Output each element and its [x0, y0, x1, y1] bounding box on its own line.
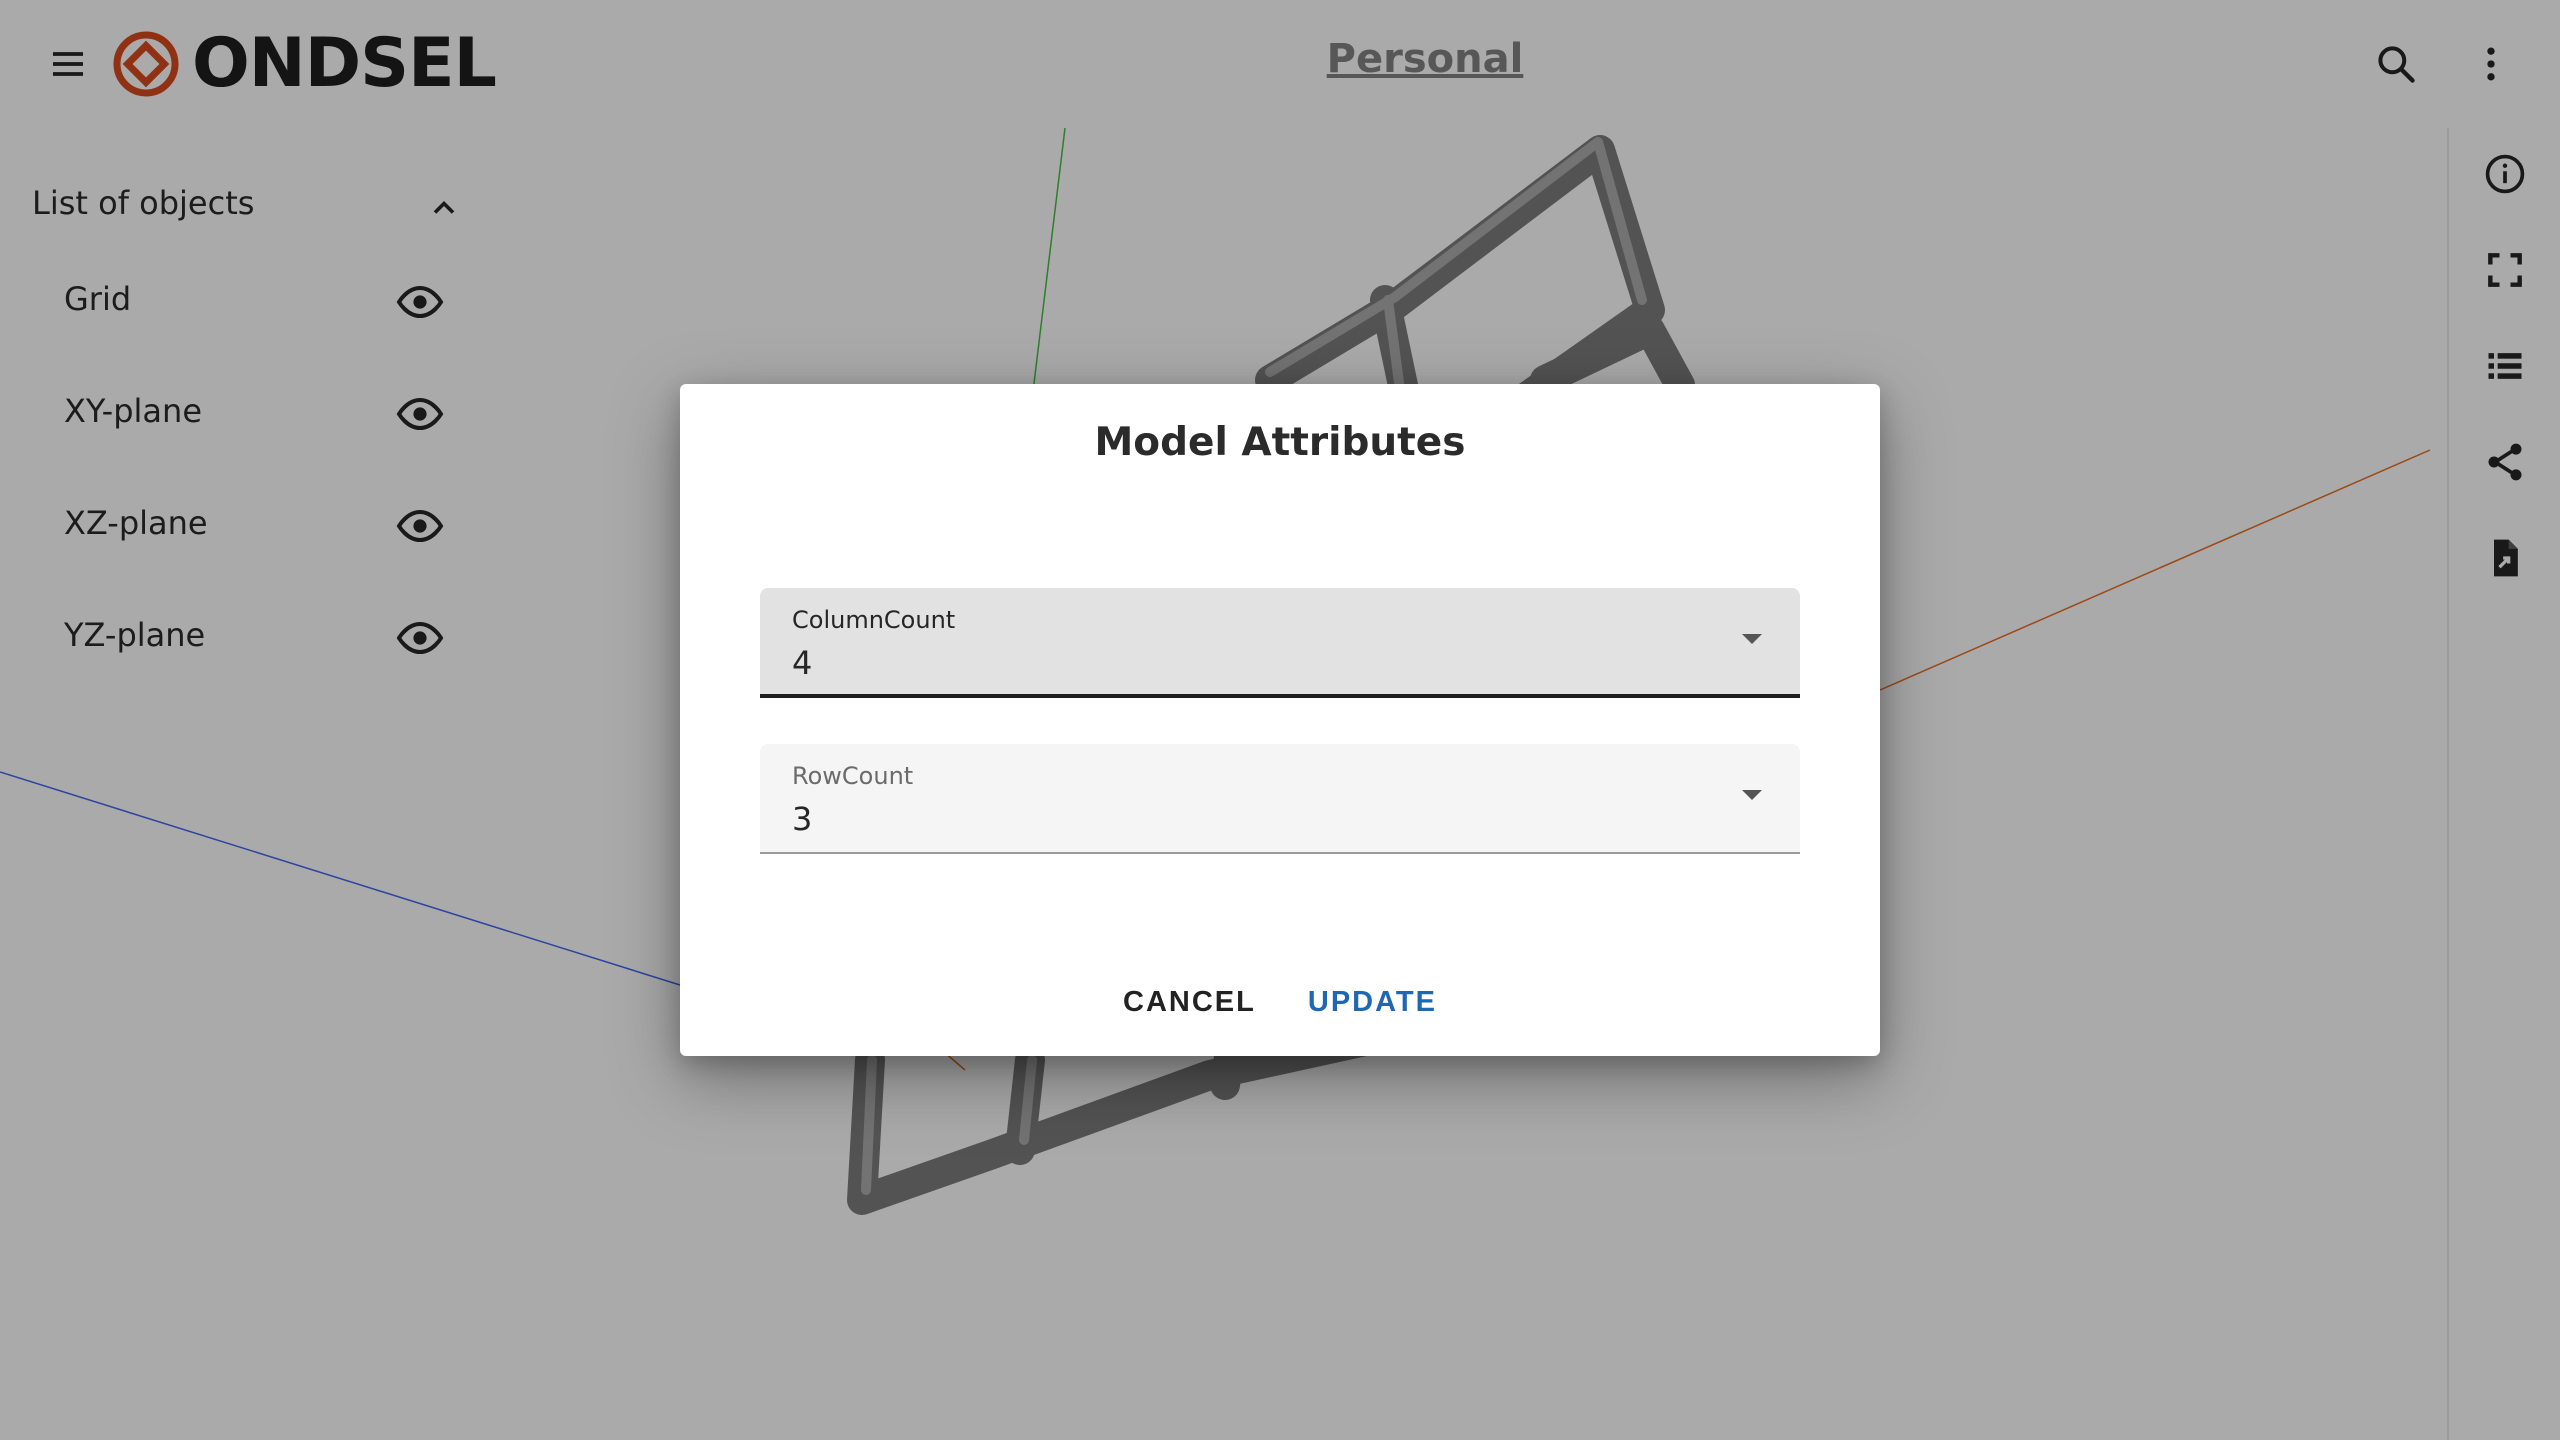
update-button[interactable]: UPDATE — [1296, 980, 1449, 1025]
row-count-value: 3 — [792, 800, 813, 838]
model-attributes-dialog: Model Attributes ColumnCount 4 RowCount … — [680, 384, 1880, 1056]
column-count-value: 4 — [792, 644, 813, 682]
dialog-actions: CANCEL UPDATE — [680, 980, 1880, 1025]
dropdown-arrow-icon — [1742, 634, 1762, 644]
row-count-label: RowCount — [792, 762, 914, 790]
column-count-select[interactable]: ColumnCount 4 — [760, 588, 1800, 698]
app-root: ONDSEL Personal List of objects Grid XY-… — [0, 0, 2560, 1440]
row-count-select[interactable]: RowCount 3 — [760, 744, 1800, 854]
dropdown-arrow-icon — [1742, 790, 1762, 800]
column-count-label: ColumnCount — [792, 606, 956, 634]
dialog-title: Model Attributes — [1094, 420, 1466, 465]
cancel-button[interactable]: CANCEL — [1111, 980, 1268, 1025]
